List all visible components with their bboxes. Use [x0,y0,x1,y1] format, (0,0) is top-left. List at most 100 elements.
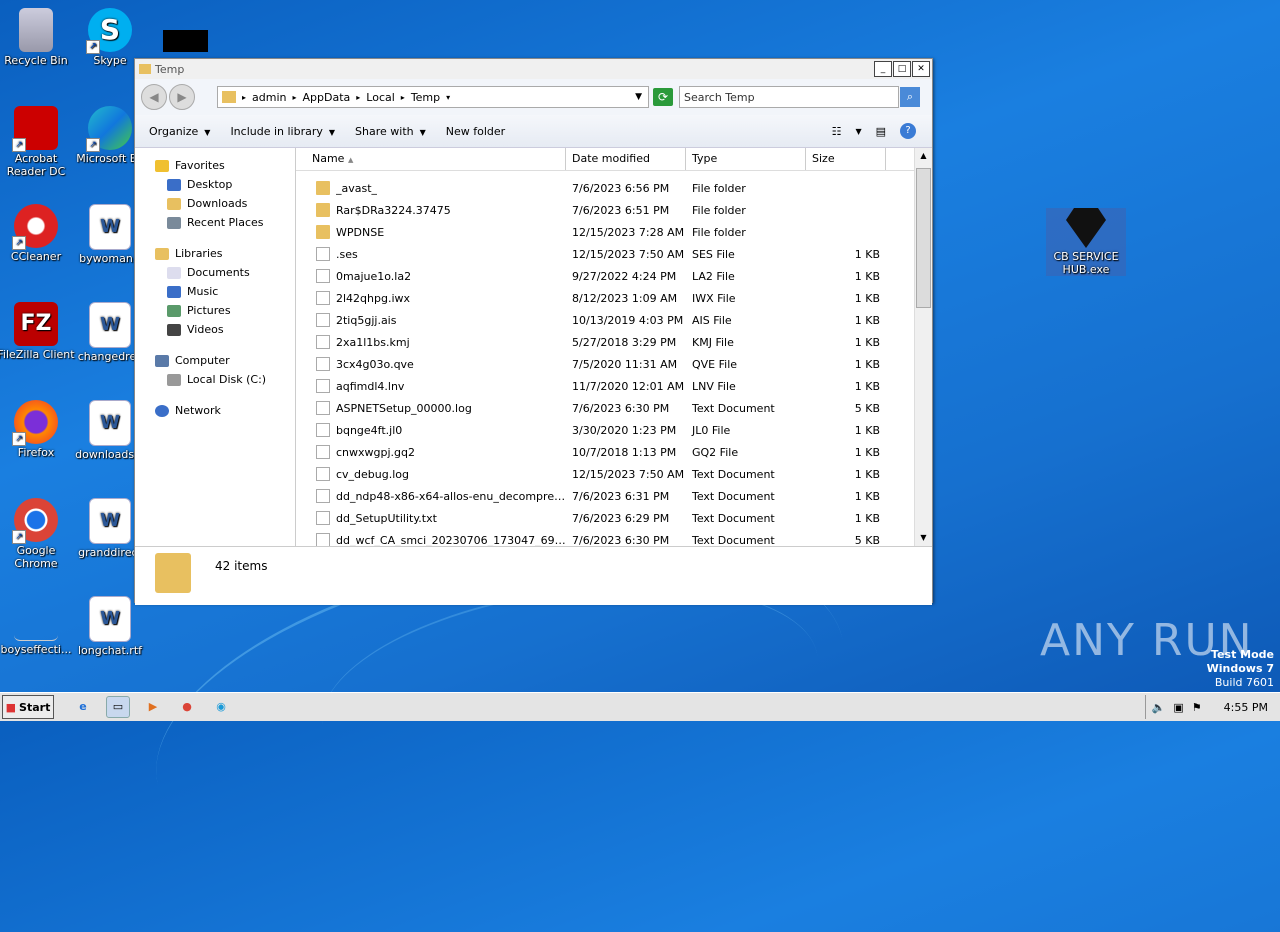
minimize-button[interactable]: _ [874,61,892,77]
documents-icon [167,266,181,279]
column-name[interactable]: Name ▲ [296,148,566,170]
file-row[interactable]: dd_SetupUtility.txt 7/6/2023 6:29 PM Text … [296,507,932,529]
maximize-button[interactable]: □ [893,61,911,77]
desktop-icon-acrobat[interactable]: ↗ Acrobat Reader DC [0,106,76,178]
start-button[interactable]: ■ Start [2,695,54,719]
nav-computer[interactable]: Computer [135,351,295,370]
file-size: 1 KB [854,467,880,481]
file-date: 12/15/2023 7:50 AM [572,467,685,481]
media-player-icon[interactable]: ▶ [142,697,164,717]
view-options-icon[interactable]: ☷ [832,125,842,138]
forward-button[interactable]: ▶ [169,84,195,110]
flag-icon[interactable]: ⚑ [1192,701,1202,714]
breadcrumb-temp[interactable]: Temp [411,91,440,104]
network-tray-icon[interactable]: ▣ [1173,701,1183,714]
refresh-button[interactable]: ⟳ [653,88,673,106]
file-date: 7/6/2023 6:51 PM [572,203,670,217]
file-row[interactable]: dd_wcf_CA_smci_20230706_173047_693.txt 7/… [296,529,932,546]
organize-button[interactable]: Organize ▼ [149,125,210,138]
include-in-library-button[interactable]: Include in library ▼ [230,125,335,138]
file-row[interactable]: bqnge4ft.jl0 3/30/2020 1:23 PM JL0 File 1 K… [296,419,932,441]
clock[interactable]: 4:55 PM [1224,701,1268,714]
search-icon[interactable]: ⌕ [900,87,920,107]
file-name-cell: ASPNETSetup_00000.log [296,401,566,415]
file-row[interactable]: 3cx4g03o.qve 7/5/2020 11:31 AM QVE File 1 K… [296,353,932,375]
desktop-icon-ccleaner[interactable]: ↗ CCleaner [0,204,76,263]
file-row[interactable]: cv_debug.log 12/15/2023 7:50 AM Text Docum… [296,463,932,485]
file-size: 1 KB [854,291,880,305]
breadcrumb-admin[interactable]: admin [252,91,286,104]
scroll-down-arrow-icon[interactable]: ▼ [915,530,932,546]
navigation-pane: Favorites Desktop Downloads Recent Place… [135,148,296,546]
file-row[interactable]: cnwxwgpj.gq2 10/7/2018 1:13 PM GQ2 File 1 K… [296,441,932,463]
preview-pane-icon[interactable]: ▤ [876,125,886,138]
nav-favorites[interactable]: Favorites [135,156,295,175]
file-row[interactable]: 2tiq5gjj.ais 10/13/2019 4:03 PM AIS File 1 … [296,309,932,331]
desktop-icon-longchat[interactable]: W longchat.rtf [70,596,150,657]
nav-label: Desktop [187,178,233,191]
address-bar[interactable]: ▸ admin ▸ AppData ▸ Local ▸ Temp ▾ ▼ [217,86,649,108]
chrome-taskbar-icon[interactable]: ● [176,697,198,717]
file-name: cnwxwgpj.gq2 [336,445,416,459]
desktop-icon-chrome[interactable]: ↗ Google Chrome [0,498,76,570]
scrollbar-thumb[interactable] [916,168,931,308]
breadcrumb-local[interactable]: Local [366,91,395,104]
nav-network[interactable]: Network [135,401,295,420]
nav-music[interactable]: Music [135,282,295,301]
window-title: Temp [155,62,185,76]
file-row[interactable]: aqfimdl4.lnv 11/7/2020 12:01 AM LNV File 1 … [296,375,932,397]
word-document-icon: W [89,302,131,348]
nav-videos[interactable]: Videos [135,320,295,339]
file-row[interactable]: WPDNSE 12/15/2023 7:28 AM File folder [296,221,932,243]
search-input[interactable]: Search Temp [679,86,899,108]
nav-documents[interactable]: Documents [135,263,295,282]
desktop-icon-firefox[interactable]: ↗ Firefox [0,400,76,459]
column-size[interactable]: Size [806,148,886,170]
file-row[interactable]: 2xa1l1bs.kmj 5/27/2018 3:29 PM KMJ File 1 K… [296,331,932,353]
explorer-taskbar-icon[interactable]: ▭ [106,696,130,718]
title-bar[interactable]: Temp _ □ ✕ [135,59,932,79]
nav-downloads[interactable]: Downloads [135,194,295,213]
desktop-icon-boyseffecti[interactable]: boyseffecti... [0,596,76,656]
file-row[interactable]: 0majue1o.la2 9/27/2022 4:24 PM LA2 File 1 K… [296,265,932,287]
new-folder-button[interactable]: New folder [446,125,505,138]
file-row[interactable]: _avast_ 7/6/2023 6:56 PM File folder [296,177,932,199]
nav-desktop[interactable]: Desktop [135,175,295,194]
file-row[interactable]: .ses 12/15/2023 7:50 AM SES File 1 KB [296,243,932,265]
music-icon [167,285,181,298]
internet-explorer-icon[interactable]: e [72,697,94,717]
nav-pictures[interactable]: Pictures [135,301,295,320]
edge-taskbar-icon[interactable]: ◉ [210,697,232,717]
speaker-icon[interactable]: 🔈 [1152,701,1166,714]
breadcrumb-appdata[interactable]: AppData [303,91,351,104]
close-button[interactable]: ✕ [912,61,930,77]
back-button[interactable]: ◀ [141,84,167,110]
file-date: 10/13/2019 4:03 PM [572,313,684,327]
column-type[interactable]: Type [686,148,806,170]
desktop-icon-filezilla[interactable]: FZ FileZilla Client [0,302,76,361]
file-row[interactable]: dd_ndp48-x86-x64-allos-enu_decompression… [296,485,932,507]
column-date-modified[interactable]: Date modified [566,148,686,170]
computer-icon [155,354,169,367]
file-name: dd_SetupUtility.txt [336,511,437,525]
address-dropdown-icon[interactable]: ▼ [635,92,642,102]
vertical-scrollbar[interactable]: ▲ ▼ [914,148,932,546]
desktop-icon-cb-service-hub[interactable]: CB SERVICE HUB.exe [1046,208,1126,276]
nav-libraries[interactable]: Libraries [135,244,295,263]
nav-recent-places[interactable]: Recent Places [135,213,295,232]
file-size: 1 KB [854,511,880,525]
file-row[interactable]: 2l42qhpg.iwx 8/12/2023 1:09 AM IWX File 1 K… [296,287,932,309]
desktop-icon-recycle-bin[interactable]: Recycle Bin [0,8,76,67]
nav-local-disk[interactable]: Local Disk (C:) [135,370,295,389]
help-icon[interactable]: ? [900,123,916,139]
nav-label: Videos [187,323,224,336]
scroll-up-arrow-icon[interactable]: ▲ [915,148,932,164]
chevron-right-icon: ▸ [242,92,247,102]
view-dropdown-icon[interactable]: ▼ [855,127,861,136]
file-row[interactable]: Rar$DRa3224.37475 7/6/2023 6:51 PM File fo… [296,199,932,221]
file-row[interactable]: ASPNETSetup_00000.log 7/6/2023 6:30 PM Tex… [296,397,932,419]
file-size: 1 KB [854,247,880,261]
file-name-cell: 0majue1o.la2 [296,269,566,283]
file-icon [316,423,330,437]
share-with-button[interactable]: Share with ▼ [355,125,426,138]
